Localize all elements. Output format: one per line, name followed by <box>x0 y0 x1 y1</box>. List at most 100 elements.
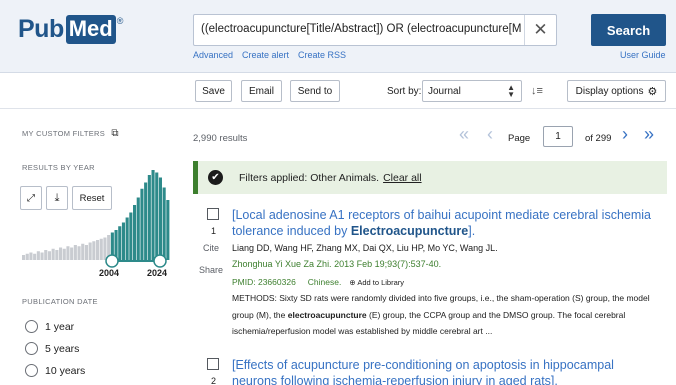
search-input[interactable]: ((electroacupuncture[Title/Abstract]) OR… <box>193 14 557 46</box>
email-button[interactable]: Email <box>241 80 282 102</box>
select-arrows-icon: ▲ ▼ <box>507 83 515 99</box>
year-bar[interactable] <box>36 251 40 260</box>
year-bar[interactable] <box>155 172 159 261</box>
year-bar[interactable] <box>70 247 74 261</box>
date-option-5-years[interactable]: 5 years <box>25 342 79 355</box>
year-bar[interactable] <box>99 238 103 260</box>
sort-by-label: Sort by: <box>387 86 422 97</box>
radio-button[interactable] <box>25 320 38 333</box>
search-query[interactable]: ((electroacupuncture[Title/Abstract]) OR… <box>201 23 521 35</box>
previous-page-icon[interactable]: ‹ <box>487 124 493 145</box>
reset-button[interactable]: Reset <box>72 186 112 210</box>
result-checkbox[interactable] <box>207 358 219 370</box>
close-icon[interactable]: ✕ <box>524 15 556 45</box>
date-option-label: 1 year <box>45 320 75 333</box>
send-to-button[interactable]: Send to <box>290 80 340 102</box>
download-chart-button[interactable]: ⤓ <box>46 186 68 210</box>
year-bar[interactable] <box>166 200 170 260</box>
library-icon: ⊕ <box>349 277 356 287</box>
year-range-start-handle[interactable] <box>105 254 119 268</box>
create-rss-link[interactable]: Create RSS <box>298 50 346 60</box>
year-bar[interactable] <box>44 250 48 260</box>
page-label: Page <box>508 133 531 144</box>
year-bar[interactable] <box>22 255 26 260</box>
year-range-end-handle[interactable] <box>153 254 167 268</box>
save-button[interactable]: Save <box>195 80 232 102</box>
year-bar[interactable] <box>33 253 37 260</box>
year-bar[interactable] <box>51 248 55 260</box>
radio-button[interactable] <box>25 342 38 355</box>
my-custom-filters-label: MY CUSTOM FILTERS <box>22 129 106 138</box>
expand-chart-button[interactable]: ⤢ <box>20 186 42 210</box>
result-meta: PMID: 23660326 Chinese. ⊕ Add to Library <box>232 277 404 287</box>
user-guide-link[interactable]: User Guide <box>620 50 666 60</box>
year-bar[interactable] <box>40 252 44 261</box>
publication-date-heading: PUBLICATION DATE <box>22 297 98 306</box>
year-bar[interactable] <box>59 247 63 261</box>
year-bar[interactable] <box>25 253 29 260</box>
search-button[interactable]: Search <box>591 14 666 46</box>
my-custom-filters-heading[interactable]: MY CUSTOM FILTERS ⧉ <box>22 128 119 139</box>
sort-order-icon[interactable]: ↓≡ <box>526 80 548 102</box>
result-authors: Liang DD, Wang HF, Zhang MX, Dai QX, Liu… <box>232 243 498 253</box>
download-icon: ⤓ <box>54 191 60 204</box>
year-bar[interactable] <box>136 197 140 261</box>
radio-button[interactable] <box>25 364 38 377</box>
year-bar[interactable] <box>158 177 162 261</box>
year-bar[interactable] <box>118 226 122 260</box>
first-page-icon[interactable]: « <box>459 124 469 145</box>
year-bar[interactable] <box>162 187 166 261</box>
advanced-link[interactable]: Advanced <box>193 50 233 60</box>
sort-select[interactable]: Journal ▲ ▼ <box>422 80 522 102</box>
page-number-input[interactable]: 1 <box>543 126 573 147</box>
year-bar[interactable] <box>92 241 96 260</box>
pubmed-logo[interactable]: Pub Med ® <box>18 14 123 44</box>
result-title-link[interactable]: [Effects of acupuncture pre-conditioning… <box>232 357 662 385</box>
date-option-10-years[interactable]: 10 years <box>25 364 85 377</box>
year-end-label: 2024 <box>147 268 168 278</box>
year-bar[interactable] <box>84 245 88 260</box>
result-title-link[interactable]: [Local adenosine A1 receptors of baihui … <box>232 207 662 239</box>
result-checkbox[interactable] <box>207 208 219 220</box>
year-bar[interactable] <box>81 243 85 260</box>
result-title-highlight: Electroacupuncture <box>350 224 469 238</box>
sort-value: Journal <box>428 85 461 97</box>
year-bar[interactable] <box>62 248 66 260</box>
year-bar[interactable] <box>47 251 51 260</box>
date-option-label: 10 years <box>45 364 86 377</box>
year-bar[interactable] <box>129 212 133 261</box>
year-bar[interactable] <box>144 182 148 261</box>
year-bar[interactable] <box>88 242 92 261</box>
year-bar[interactable] <box>96 240 100 260</box>
year-bar[interactable] <box>77 246 81 260</box>
results-count: 2,990 results <box>193 133 248 144</box>
year-bar[interactable] <box>103 237 107 261</box>
external-link-icon: ⧉ <box>111 128 119 139</box>
next-page-icon[interactable]: › <box>622 124 628 145</box>
year-bar[interactable] <box>151 170 155 260</box>
year-bar[interactable] <box>147 175 151 260</box>
year-bar[interactable] <box>133 205 137 260</box>
result-pmid: PMID: 23660326 <box>232 277 296 287</box>
year-bar[interactable] <box>66 246 70 260</box>
year-bar[interactable] <box>73 245 77 260</box>
result-journal: Zhonghua Yi Xue Za Zhi. 2013 Feb 19;93(7… <box>232 259 442 269</box>
display-options-button[interactable]: Display options ⚙ <box>567 80 666 102</box>
year-bar[interactable] <box>125 217 129 261</box>
last-page-icon[interactable]: » <box>644 124 654 145</box>
year-bar[interactable] <box>29 252 33 261</box>
create-alert-link[interactable]: Create alert <box>242 50 289 60</box>
year-bar[interactable] <box>140 188 144 260</box>
filters-applied-text: Filters applied: Other Animals. <box>239 171 380 184</box>
cite-button[interactable]: Cite <box>196 243 226 253</box>
year-bar[interactable] <box>55 250 59 260</box>
date-option-1-year[interactable]: 1 year <box>25 320 74 333</box>
results-by-year-chart[interactable] <box>20 160 180 275</box>
filters-applied-banner: ✔ Filters applied: Other Animals. Clear … <box>193 161 667 194</box>
result-language: Chinese. <box>307 277 342 287</box>
add-to-library-link[interactable]: ⊕ Add to Library <box>349 278 404 287</box>
gear-icon: ⚙ <box>647 85 658 98</box>
clear-all-link[interactable]: Clear all <box>383 172 422 184</box>
year-bar[interactable] <box>121 222 125 261</box>
share-button[interactable]: Share <box>196 265 226 275</box>
